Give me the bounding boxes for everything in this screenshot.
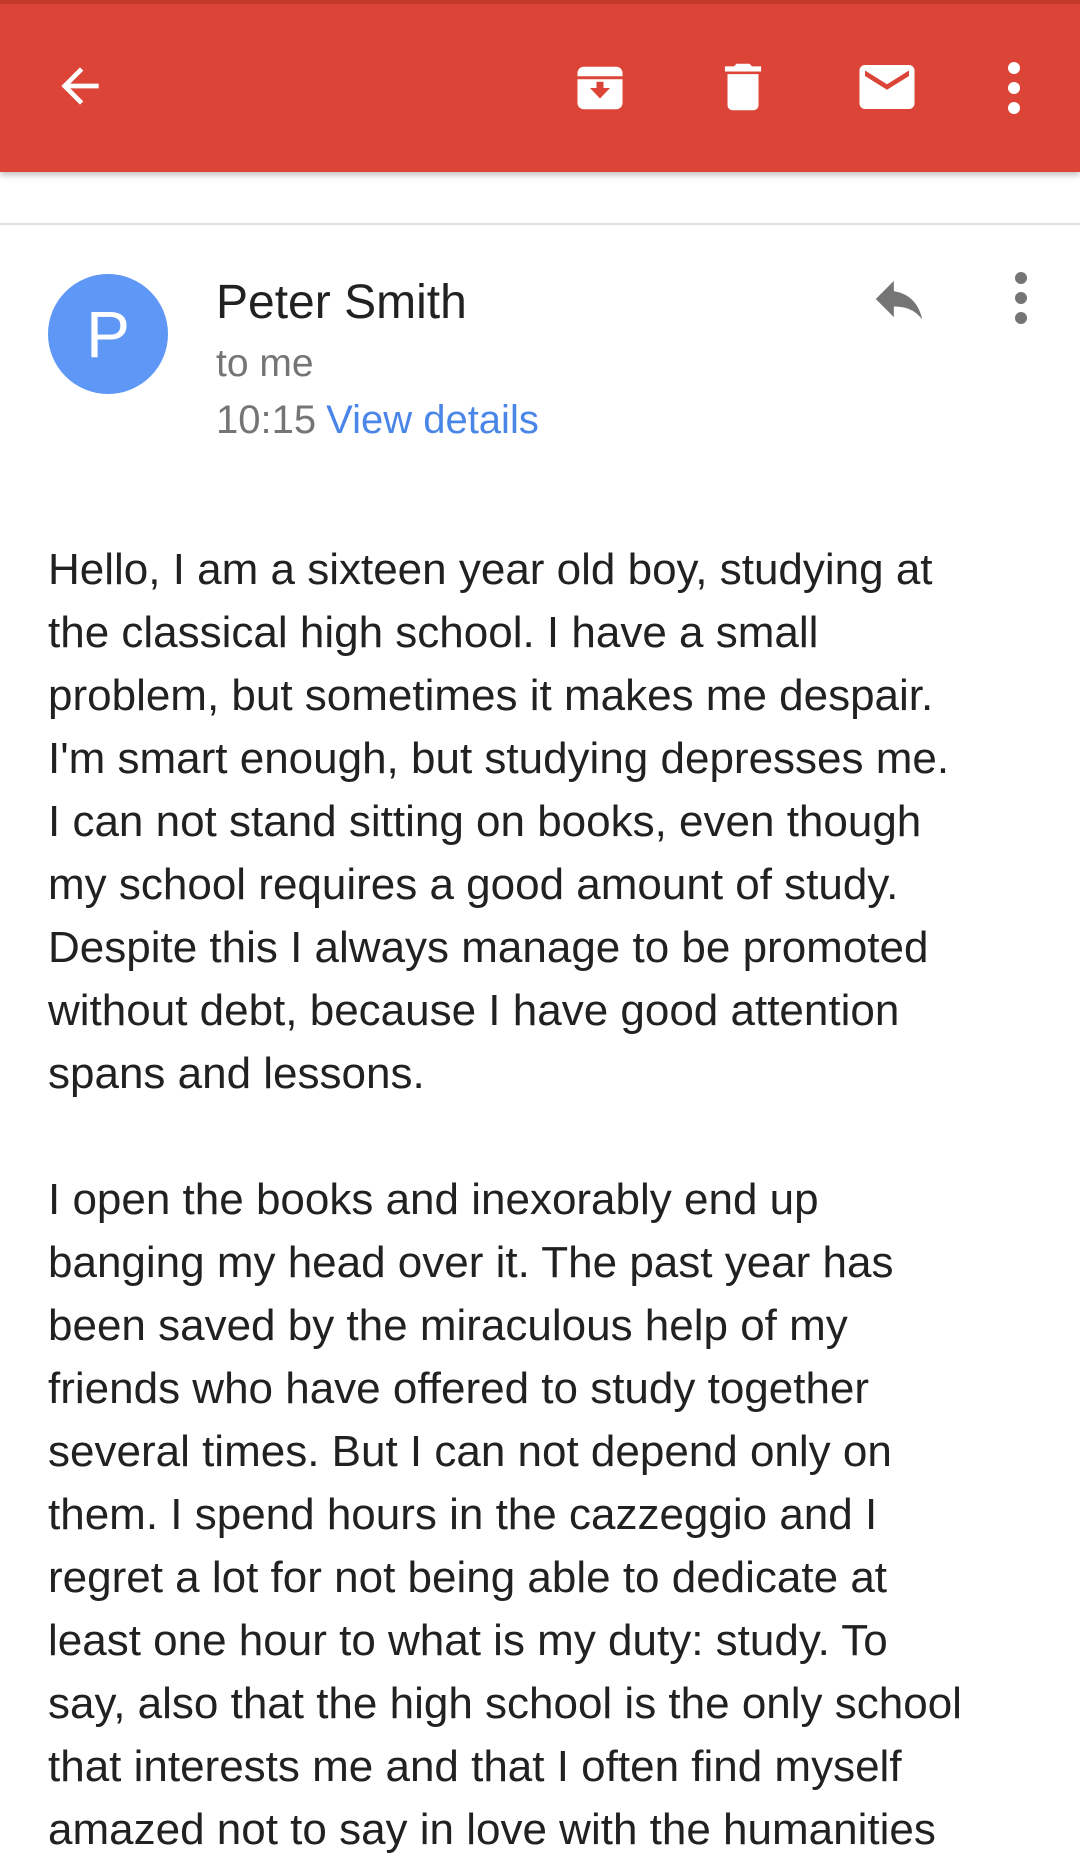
body-line: banging my head over it. The past year h… xyxy=(48,1238,894,1287)
thread-divider xyxy=(0,223,1080,225)
message-meta: 10:15 View details xyxy=(216,398,539,443)
body-line: I open the books and inexorably end up xyxy=(48,1175,819,1224)
reply-button[interactable] xyxy=(868,268,930,335)
body-line: friends who have offered to study togeth… xyxy=(48,1364,870,1413)
body-paragraph: Hello, I am a sixteen year old boy, stud… xyxy=(48,538,1058,1105)
status-strip xyxy=(0,0,1080,4)
body-line: I can not stand sitting on books, even t… xyxy=(48,797,922,846)
body-line: I'm smart enough, but studying depresses… xyxy=(48,734,950,783)
reply-icon xyxy=(875,280,923,320)
body-line: my school requires a good amount of stud… xyxy=(48,860,899,909)
body-line: say, also that the high school is the on… xyxy=(48,1679,962,1728)
body-line: without debt, because I have good attent… xyxy=(48,986,900,1035)
view-details-link[interactable]: View details xyxy=(326,398,539,442)
back-button[interactable] xyxy=(52,58,108,114)
body-paragraph: I open the books and inexorably end up b… xyxy=(48,1168,1058,1861)
message-time: 10:15 xyxy=(216,398,317,442)
trash-icon xyxy=(724,63,762,111)
archive-icon xyxy=(577,66,623,110)
message-overflow-button[interactable] xyxy=(1006,268,1036,333)
body-line: regret a lot for not being able to dedic… xyxy=(48,1553,888,1602)
archive-button[interactable] xyxy=(570,58,630,118)
overflow-menu-button[interactable] xyxy=(994,58,1034,118)
body-line: that interests me and that I often find … xyxy=(48,1742,902,1791)
more-vert-icon xyxy=(1008,62,1020,114)
body-line: been saved by the miraculous help of my xyxy=(48,1301,848,1350)
mark-unread-button[interactable] xyxy=(854,54,920,120)
arrow-left-icon xyxy=(61,67,99,105)
body-line: Despite this I always manage to be promo… xyxy=(48,923,929,972)
body-line: them. I spend hours in the cazzeggio and… xyxy=(48,1490,878,1539)
app-toolbar xyxy=(0,0,1080,172)
recipient-label: to me xyxy=(216,342,314,385)
body-line: the classical high school. I have a smal… xyxy=(48,608,819,657)
body-line: least one hour to what is my duty: study… xyxy=(48,1616,888,1665)
body-line: Hello, I am a sixteen year old boy, stud… xyxy=(48,545,933,594)
message-body: Hello, I am a sixteen year old boy, stud… xyxy=(48,538,1058,1861)
sender-name: Peter Smith xyxy=(216,276,467,329)
body-line: several times. But I can not depend only… xyxy=(48,1427,892,1476)
avatar[interactable]: P xyxy=(48,274,168,394)
more-vert-icon xyxy=(1015,272,1027,324)
envelope-icon xyxy=(859,65,915,109)
delete-button[interactable] xyxy=(712,56,774,118)
body-line: spans and lessons. xyxy=(48,1049,425,1098)
body-line: problem, but sometimes it makes me despa… xyxy=(48,671,934,720)
